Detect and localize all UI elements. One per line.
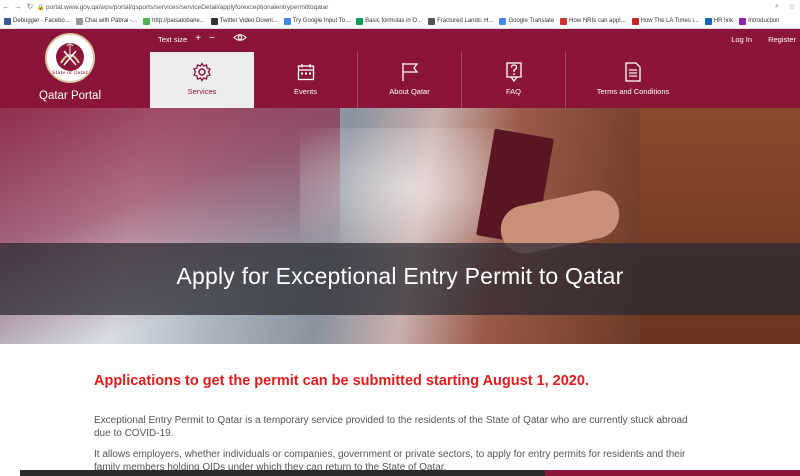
bookmark-label: Chai with Pabrai -... (84, 18, 138, 24)
logo[interactable]: State of Qatar Qatar Portal (0, 29, 150, 108)
register-link[interactable]: Register (768, 35, 796, 44)
bookmark-item[interactable]: How NRIs can appl... (560, 17, 626, 25)
bookmark-label: Twitter Video Downl... (219, 18, 278, 24)
bookmark-item[interactable]: Debugger - Facebo... (4, 17, 70, 25)
text-size-decrease-button[interactable]: − (209, 34, 215, 44)
bookmark-label: Fractured Lands: H... (437, 18, 494, 24)
forward-icon[interactable]: → (12, 0, 24, 14)
bookmark-favicon-icon (631, 17, 639, 25)
bookmark-favicon-icon (560, 17, 568, 25)
bookmark-favicon-icon (739, 17, 747, 25)
browser-address-bar: ← → ↻ 🔒 portal.www.gov.qa/wps/portal/qsp… (0, 0, 800, 14)
bookmark-favicon-icon (356, 17, 364, 25)
tab-label: About Qatar (389, 87, 430, 96)
emblem-text: State of Qatar (52, 70, 88, 76)
bookmark-item[interactable]: Fractured Lands: H... (428, 17, 494, 25)
reload-icon[interactable]: ↻ (24, 0, 36, 14)
text-size-increase-button[interactable]: + (195, 34, 201, 44)
tab-label: FAQ (505, 87, 521, 96)
site-header: State of Qatar Qatar Portal Text size + … (0, 29, 800, 108)
url-field[interactable]: portal.www.gov.qa/wps/portal/qsports/ser… (46, 4, 770, 11)
bookmark-favicon-icon (499, 17, 507, 25)
hero-banner: Apply for Exceptional Entry Permit to Qa… (0, 108, 800, 344)
bookmark-label: Google Translate (508, 18, 555, 24)
bookmark-favicon-icon (210, 17, 218, 25)
bookmark-item[interactable]: Basic formulas in O... (356, 17, 423, 25)
flag-icon (401, 61, 419, 82)
bookmark-label: Introduction (748, 18, 780, 24)
bookmark-favicon-icon (4, 17, 11, 25)
text-size-label: Text size (158, 34, 188, 44)
tab-faq[interactable]: FAQ (462, 52, 566, 108)
bookmark-favicon-icon (428, 17, 436, 25)
tab-label: Terms and Conditions (596, 87, 670, 96)
bookmark-label: HR link (713, 18, 734, 24)
lock-icon[interactable]: 🔒 (36, 4, 46, 11)
bookmark-item[interactable]: Chai with Pabrai -... (75, 17, 138, 25)
bookmark-favicon-icon (283, 17, 291, 25)
utility-strip: Text size + − Log In Register (150, 29, 800, 49)
back-icon[interactable]: ← (0, 0, 12, 14)
permit-notice: Applications to get the permit can be su… (94, 373, 589, 389)
bookmark-label: How NRIs can appl... (569, 18, 626, 24)
tab-events[interactable]: Events (254, 52, 358, 108)
bookmark-favicon-icon (75, 17, 83, 25)
eye-icon[interactable] (233, 33, 247, 45)
bottom-bar (0, 470, 800, 476)
bookmark-label: Try Google Input To... (292, 18, 351, 24)
bookmark-star-icon[interactable]: ☆ (789, 3, 795, 11)
state-emblem-icon: State of Qatar (45, 33, 95, 83)
bookmark-favicon-icon (704, 17, 712, 25)
login-link[interactable]: Log In (731, 35, 752, 44)
portal-title: Qatar Portal (39, 90, 101, 102)
document-icon (625, 61, 641, 82)
bookmarks-bar: Debugger - Facebo... Chai with Pabrai -..… (0, 14, 800, 29)
bookmark-item[interactable]: Try Google Input To... (283, 17, 351, 25)
zoom-icon[interactable]: ⌕ (775, 3, 779, 11)
tab-label: Services (187, 87, 217, 96)
gear-icon (192, 61, 212, 82)
main-nav: Services Events About Qatar FAQ Terms an… (150, 52, 800, 108)
bookmark-label: http://paisatobane... (152, 18, 205, 24)
bookmark-item[interactable]: How The LA Times i... (631, 17, 699, 25)
bookmark-label: How The LA Times i... (640, 18, 699, 24)
bookmark-label: Debugger - Facebo... (13, 18, 70, 24)
bookmark-item[interactable]: http://paisatobane... (143, 17, 205, 25)
text-size-control: Text size + − (158, 34, 215, 44)
calendar-icon (297, 61, 315, 82)
tab-about-qatar[interactable]: About Qatar (358, 52, 462, 108)
bookmark-item[interactable]: HR link (704, 17, 734, 25)
question-icon (505, 61, 522, 82)
description-paragraph: Exceptional Entry Permit to Qatar is a t… (94, 415, 688, 439)
page-title: Apply for Exceptional Entry Permit to Qa… (176, 263, 624, 289)
bookmark-favicon-icon (143, 17, 151, 25)
tab-terms-and-conditions[interactable]: Terms and Conditions (566, 52, 700, 108)
bookmark-label: Basic formulas in O... (365, 18, 423, 24)
tab-label: Events (294, 87, 317, 96)
bookmark-item[interactable]: Twitter Video Downl... (210, 17, 278, 25)
tab-services[interactable]: Services (150, 52, 254, 108)
bookmark-item[interactable]: Introduction (739, 17, 780, 25)
bookmark-item[interactable]: Google Translate (499, 17, 555, 25)
